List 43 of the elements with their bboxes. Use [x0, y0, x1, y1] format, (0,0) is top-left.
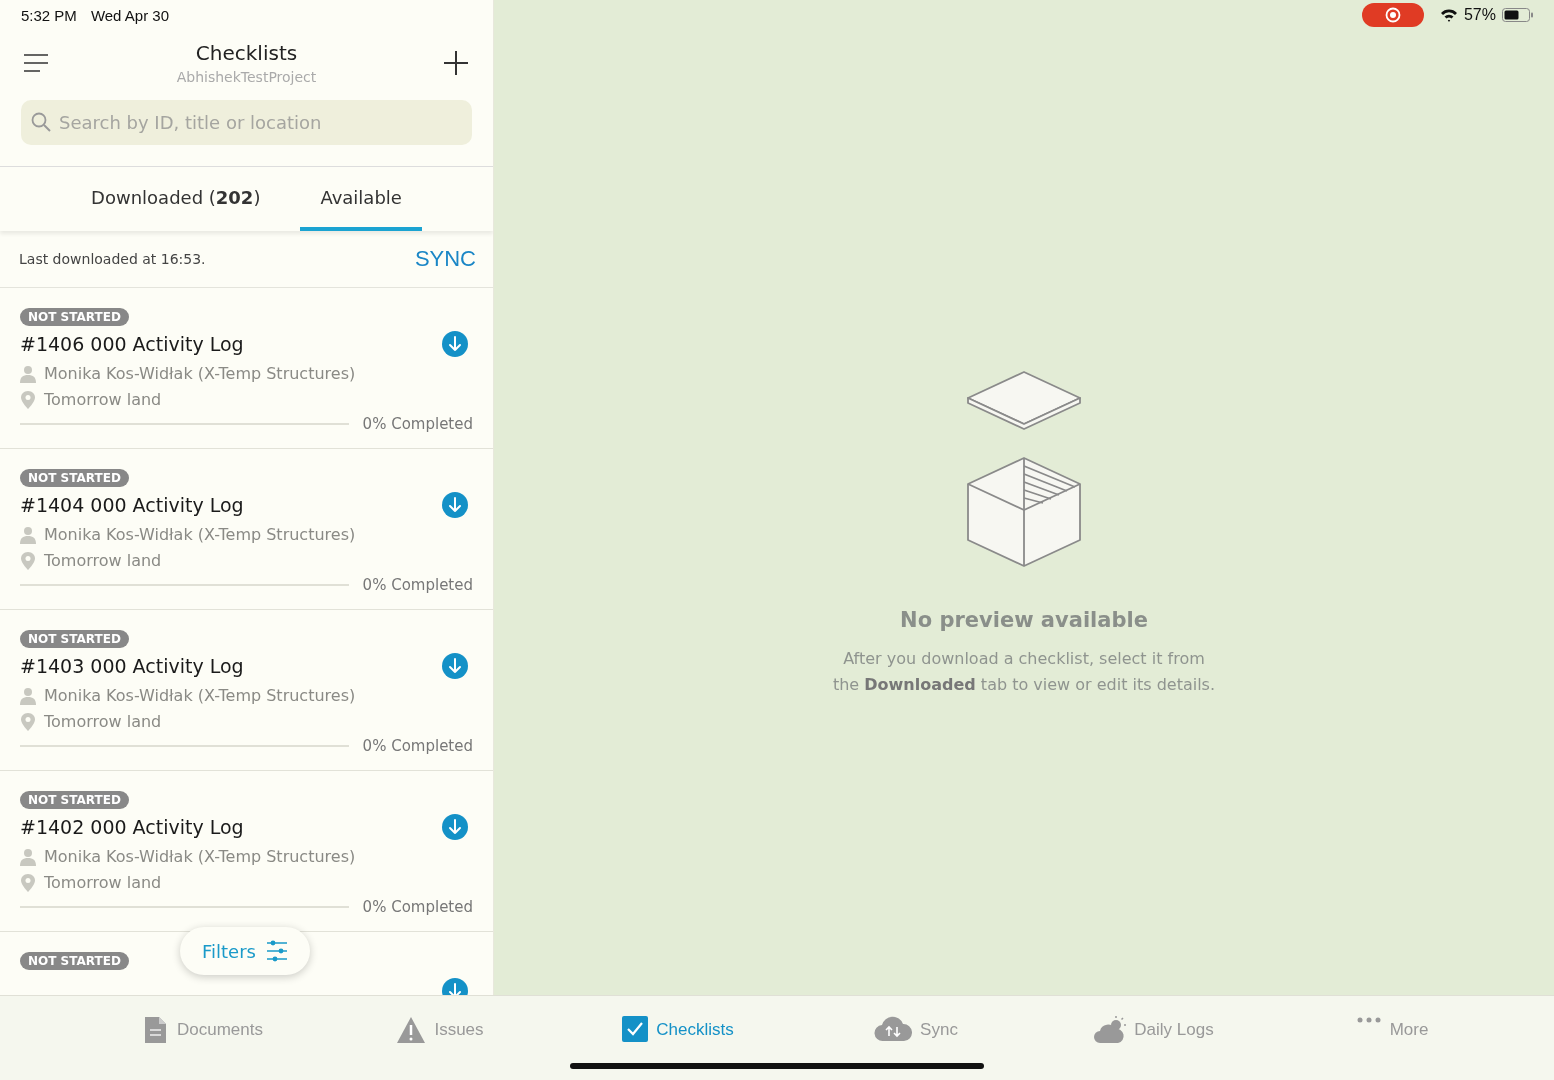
- checklist-card[interactable]: NOT STARTED #1403 000 Activity Log Monika Kos-Widłak (X-Temp Structures) Tomorrow land 0% Completed: [0, 610, 493, 771]
- last-downloaded-text: Last downloaded at 16:53.: [19, 251, 206, 267]
- location-text: Tomorrow land: [44, 712, 162, 731]
- assignee-text: Monika Kos-Widłak (X-Temp Structures): [44, 525, 356, 544]
- assignee-text: Monika Kos-Widłak (X-Temp Structures): [44, 686, 356, 705]
- status-badge: NOT STARTED: [20, 952, 129, 970]
- segment-tab[interactable]: Downloaded (202): [71, 167, 281, 231]
- project-name: AbhishekTestProject: [176, 69, 317, 85]
- progress-text: 0% Completed: [362, 898, 473, 916]
- status-badge: NOT STARTED: [20, 791, 129, 809]
- sync-link[interactable]: SYNC: [414, 246, 476, 272]
- location-text: Tomorrow land: [44, 390, 162, 409]
- tab-bar-item[interactable]: Sync: [797, 996, 1035, 1080]
- checklist-title: #1403 000 Activity Log: [20, 655, 244, 677]
- tab-bar-item[interactable]: Documents: [83, 996, 321, 1080]
- checklist-title: #1406 000 Activity Log: [20, 333, 244, 355]
- tab-bar-item[interactable]: More: [1273, 996, 1511, 1080]
- checklist-card[interactable]: NOT STARTED #1406 000 Activity Log Monika Kos-Widłak (X-Temp Structures) Tomorrow land 0% Completed: [0, 288, 493, 449]
- assignee-text: Monika Kos-Widłak (X-Temp Structures): [44, 847, 356, 866]
- tab-bar-item[interactable]: Issues: [321, 996, 559, 1080]
- status-date: Wed Apr 30: [90, 6, 169, 24]
- checklist-title: #1402 000 Activity Log: [20, 816, 244, 838]
- status-time: 5:32 PM: [21, 6, 77, 24]
- status-badge: NOT STARTED: [20, 630, 129, 648]
- empty-state-message: After you download a checklist, select it from the Downloaded tab to view or edit its details.: [831, 648, 1217, 696]
- empty-state-title: No preview available: [900, 608, 1148, 632]
- assignee-text: Monika Kos-Widłak (X-Temp Structures): [44, 364, 356, 383]
- location-text: Tomorrow land: [44, 551, 162, 570]
- checklist-card[interactable]: NOT STARTED #1404 000 Activity Log Monika Kos-Widłak (X-Temp Structures) Tomorrow land 0% Completed: [0, 449, 493, 610]
- segment-tab[interactable]: Available: [300, 167, 422, 231]
- progress-text: 0% Completed: [362, 576, 473, 594]
- location-text: Tomorrow land: [44, 873, 162, 892]
- filters-button[interactable]: Filters: [180, 927, 310, 975]
- status-badge: NOT STARTED: [20, 469, 129, 487]
- status-badge: NOT STARTED: [20, 308, 129, 326]
- tab-bar-item[interactable]: Daily Logs: [1035, 996, 1273, 1080]
- progress-text: 0% Completed: [362, 737, 473, 755]
- battery-percent: 57%: [1463, 6, 1496, 24]
- progress-text: 0% Completed: [362, 415, 473, 433]
- tab-bar-item[interactable]: Checklists: [559, 996, 797, 1080]
- screen-title: Checklists: [195, 41, 298, 65]
- search-field[interactable]: Search by ID, title or location: [21, 100, 472, 145]
- checklist-title: #1404 000 Activity Log: [20, 494, 244, 516]
